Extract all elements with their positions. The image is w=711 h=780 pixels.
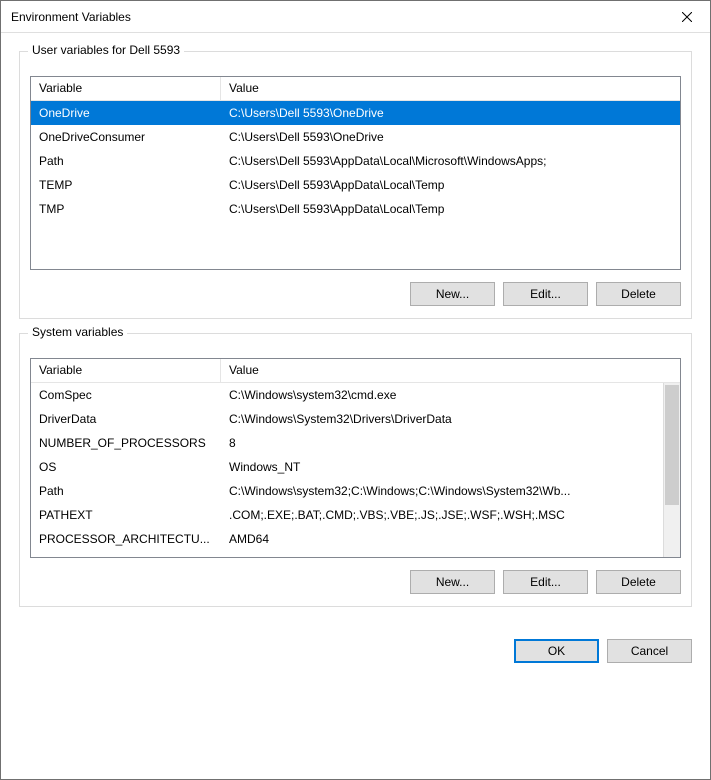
user-buttons: New... Edit... Delete (30, 282, 681, 306)
cell-variable: TMP (31, 202, 221, 216)
cell-variable: ComSpec (31, 388, 221, 402)
close-icon (682, 12, 692, 22)
titlebar: Environment Variables (1, 1, 710, 33)
table-row[interactable]: NUMBER_OF_PROCESSORS8 (31, 431, 663, 455)
system-list-body: ComSpecC:\Windows\system32\cmd.exeDriver… (31, 383, 680, 557)
scrollbar-thumb[interactable] (665, 385, 679, 505)
cell-variable: Path (31, 154, 221, 168)
cell-value: AMD64 (221, 532, 663, 546)
user-list-header: Variable Value (31, 77, 680, 101)
table-row[interactable]: PROCESSOR_ARCHITECTU...AMD64 (31, 527, 663, 551)
system-new-button[interactable]: New... (410, 570, 495, 594)
user-variables-group: User variables for Dell 5593 Variable Va… (19, 51, 692, 319)
system-buttons: New... Edit... Delete (30, 570, 681, 594)
cell-value: C:\Windows\system32;C:\Windows;C:\Window… (221, 484, 663, 498)
cell-variable: OneDriveConsumer (31, 130, 221, 144)
cell-value: C:\Windows\System32\Drivers\DriverData (221, 412, 663, 426)
cell-value: C:\Users\Dell 5593\AppData\Local\Microso… (221, 154, 680, 168)
system-delete-button[interactable]: Delete (596, 570, 681, 594)
table-row[interactable]: PathC:\Windows\system32;C:\Windows;C:\Wi… (31, 479, 663, 503)
cell-variable: Path (31, 484, 221, 498)
user-group-label: User variables for Dell 5593 (28, 43, 184, 57)
table-row[interactable]: OSWindows_NT (31, 455, 663, 479)
user-list-body: OneDriveC:\Users\Dell 5593\OneDriveOneDr… (31, 101, 680, 269)
system-col-value[interactable]: Value (221, 359, 680, 382)
table-row[interactable]: PathC:\Users\Dell 5593\AppData\Local\Mic… (31, 149, 680, 173)
system-variables-list[interactable]: Variable Value ComSpecC:\Windows\system3… (30, 358, 681, 558)
cell-variable: TEMP (31, 178, 221, 192)
system-edit-button[interactable]: Edit... (503, 570, 588, 594)
user-edit-button[interactable]: Edit... (503, 282, 588, 306)
cell-value: Intel64 Family 6 Model 126 Stepping 5, G… (221, 551, 663, 557)
table-row[interactable]: OneDriveConsumerC:\Users\Dell 5593\OneDr… (31, 125, 680, 149)
user-col-variable[interactable]: Variable (31, 77, 221, 100)
cell-value: C:\Windows\system32\cmd.exe (221, 388, 663, 402)
system-col-variable[interactable]: Variable (31, 359, 221, 382)
table-row[interactable]: ComSpecC:\Windows\system32\cmd.exe (31, 383, 663, 407)
dialog-footer: OK Cancel (1, 633, 710, 675)
cell-value: 8 (221, 436, 663, 450)
cell-variable: OneDrive (31, 106, 221, 120)
table-row[interactable]: TMPC:\Users\Dell 5593\AppData\Local\Temp (31, 197, 680, 221)
cell-value: Windows_NT (221, 460, 663, 474)
close-button[interactable] (664, 1, 710, 33)
cancel-button[interactable]: Cancel (607, 639, 692, 663)
cell-variable: OS (31, 460, 221, 474)
table-row[interactable]: PATHEXT.COM;.EXE;.BAT;.CMD;.VBS;.VBE;.JS… (31, 503, 663, 527)
table-row[interactable]: DriverDataC:\Windows\System32\Drivers\Dr… (31, 407, 663, 431)
system-list-header: Variable Value (31, 359, 680, 383)
table-row[interactable]: TEMPC:\Users\Dell 5593\AppData\Local\Tem… (31, 173, 680, 197)
cell-variable: NUMBER_OF_PROCESSORS (31, 436, 221, 450)
system-scrollbar[interactable] (663, 383, 680, 557)
cell-variable: PROCESSOR_IDENTIFIER (31, 551, 221, 557)
cell-value: C:\Users\Dell 5593\OneDrive (221, 106, 680, 120)
table-row[interactable]: OneDriveC:\Users\Dell 5593\OneDrive (31, 101, 680, 125)
system-variables-group: System variables Variable Value ComSpecC… (19, 333, 692, 607)
cell-value: C:\Users\Dell 5593\OneDrive (221, 130, 680, 144)
dialog-content: User variables for Dell 5593 Variable Va… (1, 33, 710, 633)
ok-button[interactable]: OK (514, 639, 599, 663)
user-new-button[interactable]: New... (410, 282, 495, 306)
cell-variable: PATHEXT (31, 508, 221, 522)
cell-value: .COM;.EXE;.BAT;.CMD;.VBS;.VBE;.JS;.JSE;.… (221, 508, 663, 522)
user-delete-button[interactable]: Delete (596, 282, 681, 306)
table-row-partial[interactable]: PROCESSOR_IDENTIFIERIntel64 Family 6 Mod… (31, 551, 663, 557)
user-col-value[interactable]: Value (221, 77, 680, 100)
cell-value: C:\Users\Dell 5593\AppData\Local\Temp (221, 202, 680, 216)
cell-variable: DriverData (31, 412, 221, 426)
system-group-label: System variables (28, 325, 127, 339)
user-variables-list[interactable]: Variable Value OneDriveC:\Users\Dell 559… (30, 76, 681, 270)
window-title: Environment Variables (11, 10, 131, 24)
cell-value: C:\Users\Dell 5593\AppData\Local\Temp (221, 178, 680, 192)
cell-variable: PROCESSOR_ARCHITECTU... (31, 532, 221, 546)
